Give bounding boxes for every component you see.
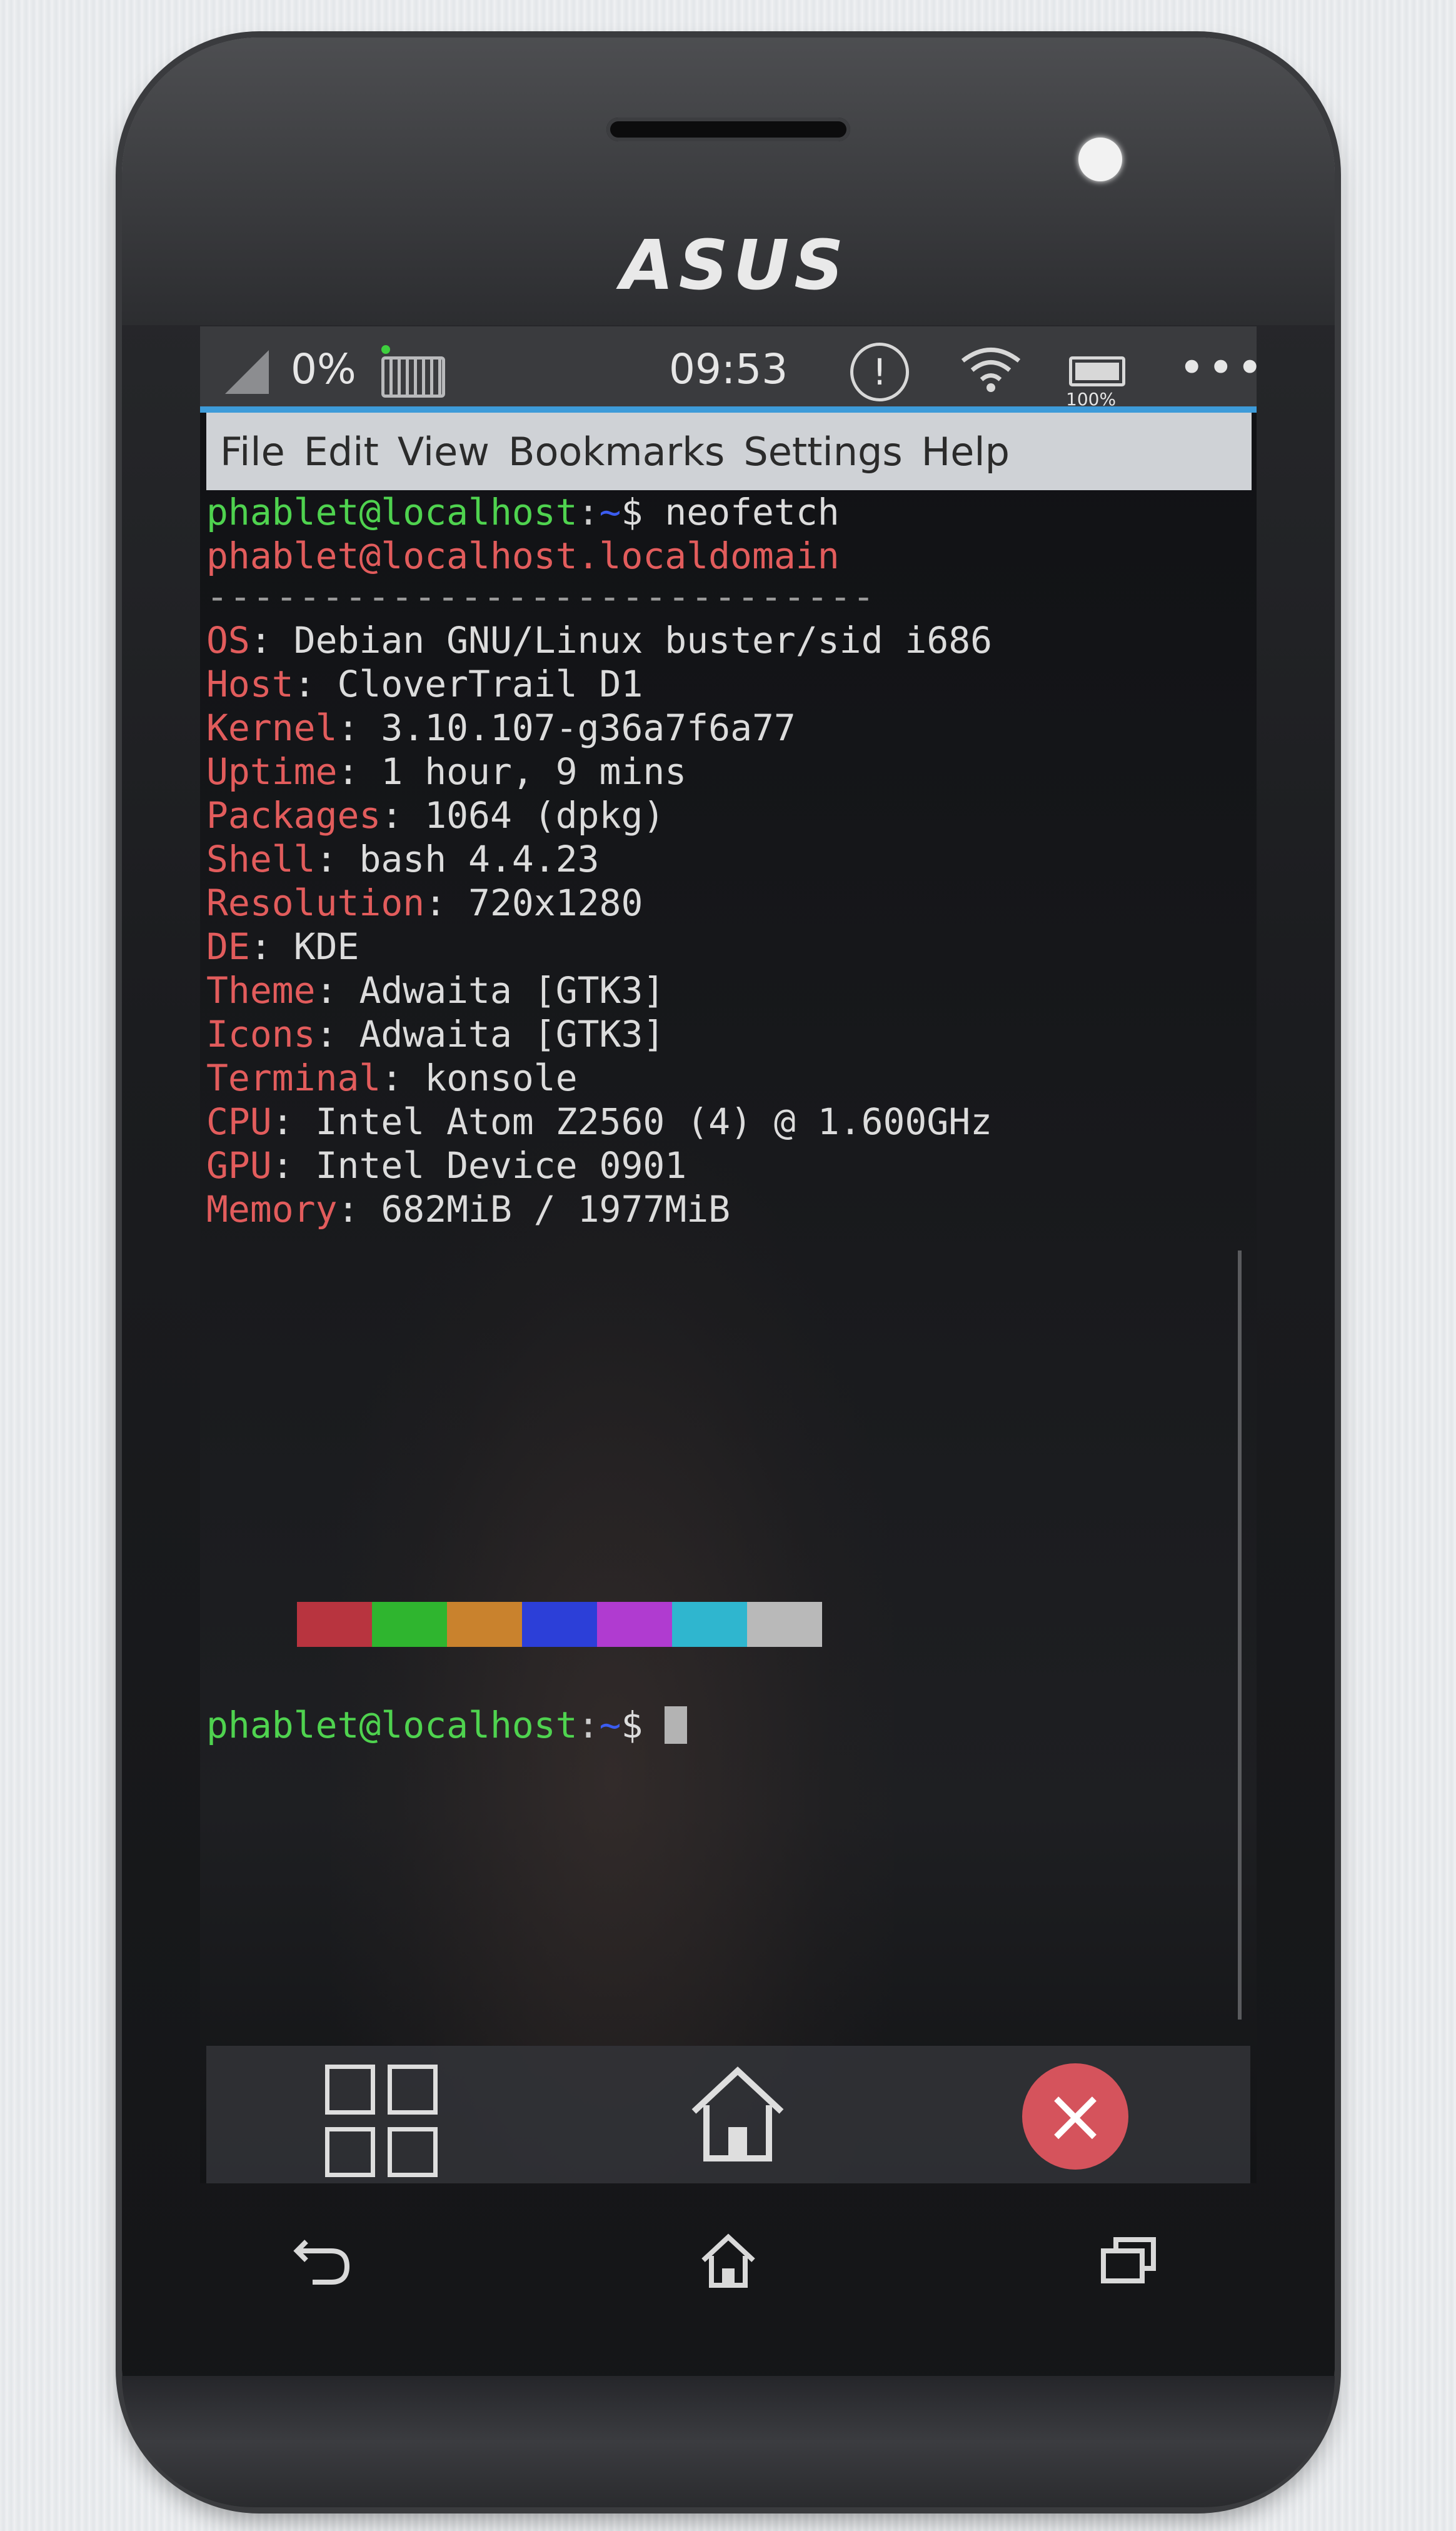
menu-edit[interactable]: Edit	[304, 429, 379, 475]
prompt-user: phablet@localhost	[206, 1704, 578, 1746]
neofetch-title: phablet@localhost.localdomain	[206, 535, 840, 577]
battery-percent: 0%	[291, 345, 356, 393]
info-line: Kernel: 3.10.107-g36a7f6a77	[206, 707, 796, 749]
info-value: Intel Device 0901	[315, 1144, 687, 1187]
bottom-dock: ×	[206, 2046, 1250, 2183]
menu-bookmarks[interactable]: Bookmarks	[508, 429, 725, 475]
info-value: Adwaita [GTK3]	[359, 969, 665, 1012]
palette-swatch	[522, 1602, 597, 1647]
command-text: neofetch	[665, 491, 840, 533]
info-key: Shell	[206, 838, 316, 880]
info-key: Host	[206, 663, 294, 705]
info-line: CPU: Intel Atom Z2560 (4) @ 1.600GHz	[206, 1100, 993, 1143]
nav-home-icon[interactable]	[694, 2226, 763, 2297]
prompt-path: ~	[599, 1704, 621, 1746]
info-key: Uptime	[206, 750, 338, 793]
status-bar: 0% 09:53 ! 100% •••	[200, 326, 1257, 410]
prompt-symbol: $	[621, 491, 665, 533]
info-value: 1 hour, 9 mins	[381, 750, 687, 793]
info-line: Terminal: konsole	[206, 1057, 578, 1099]
hardware-nav-bar	[200, 2201, 1257, 2326]
earpiece-speaker	[606, 118, 850, 141]
clock: 09:53	[669, 345, 788, 393]
command-line: phablet@localhost:~$ neofetch	[206, 491, 840, 533]
wifi-icon[interactable]	[956, 339, 1025, 407]
info-line: Icons: Adwaita [GTK3]	[206, 1013, 665, 1055]
info-key: CPU	[206, 1100, 272, 1143]
color-palette	[297, 1602, 822, 1647]
info-value: konsole	[424, 1057, 578, 1099]
menu-view[interactable]: View	[398, 429, 490, 475]
konsole-menubar: File Edit View Bookmarks Settings Help	[206, 413, 1252, 490]
brand-logo: ASUS	[620, 225, 849, 305]
info-value: Adwaita [GTK3]	[359, 1013, 665, 1055]
palette-swatch	[672, 1602, 747, 1647]
info-line: OS: Debian GNU/Linux buster/sid i686	[206, 619, 993, 662]
info-line: Packages: 1064 (dpkg)	[206, 794, 665, 837]
info-key: DE	[206, 925, 250, 968]
info-value: Intel Atom Z2560 (4) @ 1.600GHz	[315, 1100, 993, 1143]
info-key: Icons	[206, 1013, 316, 1055]
signal-icon	[225, 350, 269, 394]
palette-swatch	[372, 1602, 447, 1647]
info-line: DE: KDE	[206, 925, 359, 968]
more-icon[interactable]: •••	[1178, 341, 1257, 394]
home-icon[interactable]	[681, 2058, 794, 2171]
menu-help[interactable]: Help	[921, 429, 1010, 475]
terminal-scrollbar[interactable]	[1238, 1250, 1242, 2020]
front-sensor	[1078, 138, 1122, 181]
info-line: Resolution: 720x1280	[206, 882, 643, 924]
info-value: 1064 (dpkg)	[424, 794, 665, 837]
battery-fill	[1075, 363, 1119, 380]
info-key: GPU	[206, 1144, 272, 1187]
phone-chin	[122, 2376, 1335, 2507]
info-key: OS	[206, 619, 250, 662]
info-value: KDE	[293, 925, 359, 968]
info-line: Shell: bash 4.4.23	[206, 838, 600, 880]
info-line: Uptime: 1 hour, 9 mins	[206, 750, 687, 793]
terminal-output[interactable]: phablet@localhost:~$ neofetch phablet@lo…	[200, 490, 1257, 1928]
info-key: Kernel	[206, 707, 338, 749]
back-icon[interactable]	[288, 2226, 356, 2297]
info-key: Packages	[206, 794, 381, 837]
palette-swatch	[747, 1602, 822, 1647]
keyboard-icon[interactable]	[381, 356, 445, 398]
info-key: Memory	[206, 1188, 338, 1230]
alert-icon[interactable]: !	[850, 343, 909, 401]
info-line: GPU: Intel Device 0901	[206, 1144, 687, 1187]
info-value: 3.10.107-g36a7f6a77	[381, 707, 796, 749]
info-value: 720x1280	[468, 882, 643, 924]
info-line: Theme: Adwaita [GTK3]	[206, 969, 665, 1012]
neofetch-separator: -----------------------------	[206, 575, 876, 618]
info-value: 682MiB / 1977MiB	[381, 1188, 731, 1230]
info-line: Host: CloverTrail D1	[206, 663, 643, 705]
menu-settings[interactable]: Settings	[743, 429, 902, 475]
info-value: bash 4.4.23	[359, 838, 600, 880]
palette-swatch	[597, 1602, 672, 1647]
prompt-user: phablet@localhost	[206, 491, 578, 533]
palette-swatch	[297, 1602, 372, 1647]
recents-icon[interactable]	[1094, 2226, 1163, 2297]
info-value: Debian GNU/Linux buster/sid i686	[293, 619, 993, 662]
info-key: Theme	[206, 969, 316, 1012]
palette-swatch	[447, 1602, 522, 1647]
prompt-path: ~	[599, 491, 621, 533]
info-key: Terminal	[206, 1057, 381, 1099]
keyboard-indicator-dot	[381, 345, 390, 354]
battery-icon[interactable]	[1069, 356, 1125, 386]
info-key: Resolution	[206, 882, 425, 924]
screen: 0% 09:53 ! 100% ••• File Edit View Bookm…	[200, 326, 1257, 2183]
menu-file[interactable]: File	[220, 429, 285, 475]
close-icon[interactable]: ×	[1022, 2063, 1128, 2170]
info-value: CloverTrail D1	[337, 663, 643, 705]
text-cursor	[665, 1706, 688, 1744]
app-grid-icon[interactable]	[325, 2065, 438, 2177]
info-line: Memory: 682MiB / 1977MiB	[206, 1188, 731, 1230]
active-prompt-line: phablet@localhost:~$	[206, 1703, 688, 1747]
status-accent-line	[200, 406, 1257, 413]
prompt-symbol: $	[621, 1704, 665, 1746]
